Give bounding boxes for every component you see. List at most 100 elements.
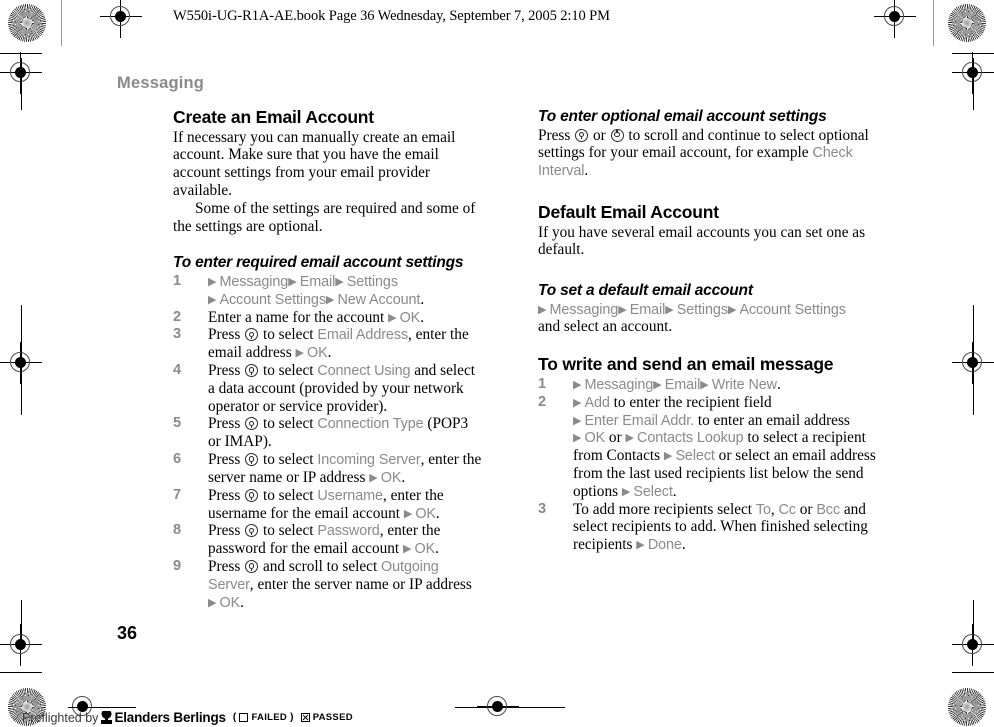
procedure-steps-required-settings: 1 ▶ Messaging▶ Email▶ Settings ▶ Account S… bbox=[173, 273, 483, 611]
left-column: Create an Email Account If necessary you… bbox=[173, 107, 483, 611]
navigation-key-down-icon bbox=[245, 453, 259, 467]
right-column: To enter optional email account settings… bbox=[538, 108, 888, 554]
step-text: Enter a name for the account ▶ OK. bbox=[208, 308, 425, 326]
ui-term: Messaging bbox=[219, 273, 289, 290]
ui-term: Email bbox=[299, 273, 336, 290]
menu-arrow-icon: ▶ bbox=[208, 596, 220, 609]
crop-rule-right-mid bbox=[973, 305, 974, 415]
ui-term: Enter Email Addr. bbox=[584, 412, 695, 429]
print-density-patch-top-left bbox=[8, 4, 46, 42]
navigation-key-down-icon bbox=[245, 488, 259, 502]
print-density-patch-bottom-right bbox=[948, 688, 986, 726]
ui-term: Check Interval bbox=[538, 145, 853, 180]
crop-rule-upper-left bbox=[0, 53, 42, 54]
step-number: 2 bbox=[538, 393, 547, 410]
ui-term: Settings bbox=[346, 273, 398, 290]
procedure-step: 4 Press to select Connect Using and selec… bbox=[173, 362, 483, 415]
procedure-step: 2 Enter a name for the account ▶ OK. bbox=[173, 309, 483, 327]
menu-arrow-icon: ▶ bbox=[208, 275, 220, 288]
ui-term: Account Settings bbox=[739, 301, 846, 318]
section-heading-write-send-email: To write and send an email message bbox=[538, 354, 834, 375]
step-text: Press to select Email Address, enter the… bbox=[208, 326, 469, 362]
section-heading-default-email-account: Default Email Account bbox=[538, 201, 719, 222]
page-number: 36 bbox=[117, 623, 138, 643]
step-number: 4 bbox=[173, 362, 182, 379]
step-number: 9 bbox=[173, 557, 182, 574]
crop-rule-right-lower bbox=[973, 600, 974, 650]
procedure-title-set-default-account: To set a default email account bbox=[538, 282, 753, 300]
step-text: Press to select Password, enter the pass… bbox=[208, 522, 441, 558]
step-number: 3 bbox=[538, 500, 547, 517]
ui-term: Outgoing Server bbox=[208, 558, 439, 593]
section-heading-create-email-account: Create an Email Account bbox=[173, 107, 374, 127]
menu-arrow-icon: ▶ bbox=[625, 432, 638, 445]
ui-term: Select bbox=[675, 448, 715, 465]
navigation-key-down-icon bbox=[245, 328, 259, 342]
preflight-brand-label: Elanders Berlings bbox=[114, 710, 226, 725]
ui-term: Settings bbox=[676, 301, 728, 318]
menu-arrow-icon: ▶ bbox=[335, 275, 347, 288]
menu-arrow-icon: ▶ bbox=[403, 507, 416, 520]
procedure-step: 3 To add more recipients select To, Cc or… bbox=[538, 501, 888, 554]
registration-mark-top-right bbox=[874, 0, 916, 38]
navigation-key-up-icon bbox=[610, 128, 624, 142]
print-density-patch-top-right bbox=[948, 4, 986, 42]
crop-rule-left-mid bbox=[21, 305, 22, 415]
step-text: ▶ Messaging▶ Email▶ Write New. bbox=[573, 375, 781, 393]
menu-arrow-icon: ▶ bbox=[573, 432, 585, 445]
ui-term: OK bbox=[415, 505, 436, 522]
crop-rule-upper-right bbox=[952, 53, 994, 54]
crop-rule-left-upper bbox=[21, 58, 22, 110]
procedure-step: 7 Press to select Username, enter the use… bbox=[173, 487, 483, 523]
navigation-key-down-icon bbox=[575, 128, 589, 142]
ui-term: OK bbox=[219, 594, 241, 611]
trim-rule-top-left bbox=[61, 0, 62, 46]
ui-term: Messaging bbox=[549, 301, 619, 318]
ui-term: OK bbox=[380, 469, 402, 486]
default-account-paragraph: If you have several email accounts you c… bbox=[538, 223, 866, 259]
step-text: Press to select Username, enter the user… bbox=[208, 486, 444, 522]
preflight-stamp: Preflighted by Elanders Berlings ( FAILE… bbox=[22, 710, 353, 725]
menu-arrow-icon: ▶ bbox=[325, 293, 338, 306]
step-text: To add more recipients select To, Cc or … bbox=[573, 500, 868, 554]
procedure-step: 1 ▶ Messaging▶ Email▶ Write New. bbox=[538, 376, 888, 394]
menu-arrow-icon: ▶ bbox=[388, 311, 400, 324]
menu-arrow-icon: ▶ bbox=[663, 450, 676, 463]
procedure-step: 5 Press to select Connection Type (POP3 o… bbox=[173, 415, 483, 451]
step-text: ▶ Messaging▶ Email▶ Settings ▶ Account Se… bbox=[208, 273, 425, 308]
step-number: 6 bbox=[173, 451, 182, 468]
step-text: Press and scroll to select Outgoing Serv… bbox=[208, 557, 472, 611]
crop-rule-lower-left bbox=[0, 672, 42, 673]
procedure-step: 3 Press to select Email Address, enter th… bbox=[173, 326, 483, 362]
intro-paragraph-1: If necessary you can manually create an … bbox=[173, 128, 456, 200]
menu-arrow-icon: ▶ bbox=[727, 303, 740, 316]
document-file-header: W550i-UG-R1A-AE.book Page 36 Wednesday, … bbox=[173, 8, 610, 24]
elanders-logo-icon bbox=[101, 711, 113, 724]
procedure-step: 9 Press and scroll to select Outgoing Ser… bbox=[173, 558, 483, 611]
menu-arrow-icon: ▶ bbox=[402, 543, 415, 556]
crop-rule-right-upper bbox=[973, 58, 974, 110]
navigation-key-down-icon bbox=[245, 417, 259, 431]
preflight-close-paren: ) bbox=[290, 712, 294, 723]
set-default-paragraph: ▶ Messaging▶ Email▶ Settings▶ Account Se… bbox=[538, 301, 846, 336]
step-text: Press to select Connect Using and select… bbox=[208, 362, 475, 415]
step-text: Press to select Connection Type (POP3 or… bbox=[208, 415, 469, 451]
step-number: 2 bbox=[173, 308, 182, 325]
crop-rule-left-lower bbox=[21, 600, 22, 650]
menu-arrow-icon: ▶ bbox=[288, 275, 300, 288]
crop-rule-lower-right bbox=[952, 672, 994, 673]
menu-arrow-icon: ▶ bbox=[653, 378, 665, 391]
ui-term: Done bbox=[647, 537, 682, 554]
ui-term: Password bbox=[317, 523, 380, 540]
running-head-chapter: Messaging bbox=[117, 74, 205, 92]
preflight-failed-label: FAILED bbox=[251, 712, 288, 723]
ui-term: Messaging bbox=[584, 376, 654, 393]
ui-term: To bbox=[755, 501, 771, 518]
ui-term: OK bbox=[307, 345, 328, 362]
ui-term: Username bbox=[317, 487, 383, 504]
step-text: Press to select Incoming Server, enter t… bbox=[208, 451, 482, 486]
passed-checkbox-icon bbox=[300, 713, 310, 722]
menu-arrow-icon: ▶ bbox=[573, 378, 585, 391]
trim-rule-top-right bbox=[933, 0, 934, 46]
footer-baseline-rule bbox=[455, 707, 565, 708]
